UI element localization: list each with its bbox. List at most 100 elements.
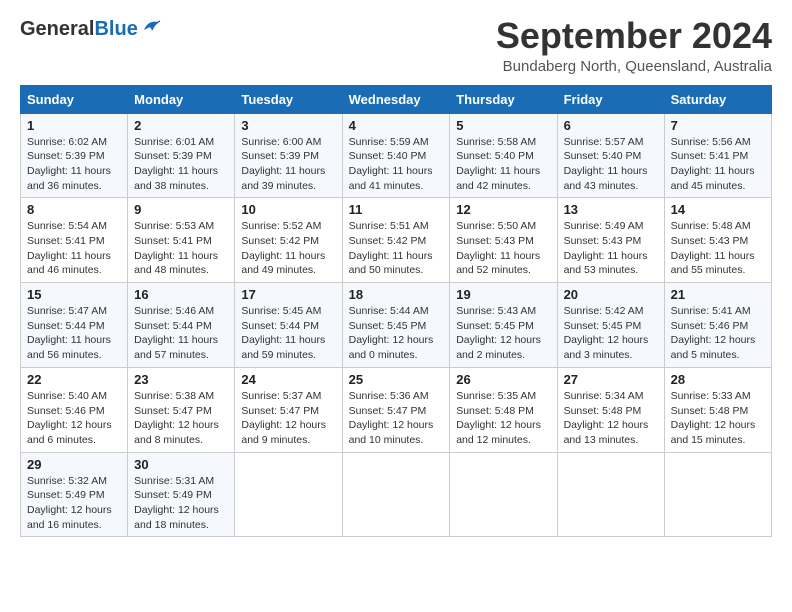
daylight-text: Daylight: 11 hours and 43 minutes.: [564, 165, 648, 192]
day-info: Sunrise: 6:00 AM Sunset: 5:39 PM Dayligh…: [241, 135, 335, 194]
sunrise-text: Sunrise: 6:00 AM: [241, 136, 321, 148]
sunset-text: Sunset: 5:39 PM: [27, 150, 105, 162]
sunset-text: Sunset: 5:45 PM: [456, 320, 534, 332]
day-info: Sunrise: 6:02 AM Sunset: 5:39 PM Dayligh…: [27, 135, 121, 194]
calendar-week-row: 15 Sunrise: 5:47 AM Sunset: 5:44 PM Dayl…: [21, 283, 772, 368]
sunset-text: Sunset: 5:44 PM: [241, 320, 319, 332]
sunrise-text: Sunrise: 5:56 AM: [671, 136, 751, 148]
daylight-text: Daylight: 11 hours and 48 minutes.: [134, 250, 218, 277]
sunrise-text: Sunrise: 5:42 AM: [564, 305, 644, 317]
day-number: 30: [134, 457, 228, 472]
day-info: Sunrise: 5:34 AM Sunset: 5:48 PM Dayligh…: [564, 389, 658, 448]
day-number: 28: [671, 372, 765, 387]
sunrise-text: Sunrise: 5:46 AM: [134, 305, 214, 317]
day-number: 29: [27, 457, 121, 472]
sunset-text: Sunset: 5:47 PM: [134, 405, 212, 417]
daylight-text: Daylight: 12 hours and 15 minutes.: [671, 419, 756, 446]
day-number: 19: [456, 287, 550, 302]
sunset-text: Sunset: 5:48 PM: [456, 405, 534, 417]
sunset-text: Sunset: 5:46 PM: [27, 405, 105, 417]
sunset-text: Sunset: 5:44 PM: [134, 320, 212, 332]
sunrise-text: Sunrise: 5:47 AM: [27, 305, 107, 317]
calendar-cell: 5 Sunrise: 5:58 AM Sunset: 5:40 PM Dayli…: [450, 113, 557, 198]
daylight-text: Daylight: 11 hours and 55 minutes.: [671, 250, 755, 277]
sunrise-text: Sunrise: 5:45 AM: [241, 305, 321, 317]
daylight-text: Daylight: 12 hours and 12 minutes.: [456, 419, 541, 446]
sunrise-text: Sunrise: 5:52 AM: [241, 220, 321, 232]
daylight-text: Daylight: 11 hours and 45 minutes.: [671, 165, 755, 192]
calendar-cell: 29 Sunrise: 5:32 AM Sunset: 5:49 PM Dayl…: [21, 452, 128, 537]
daylight-text: Daylight: 11 hours and 57 minutes.: [134, 334, 218, 361]
sunrise-text: Sunrise: 5:36 AM: [349, 390, 429, 402]
sunrise-text: Sunrise: 5:44 AM: [349, 305, 429, 317]
day-number: 26: [456, 372, 550, 387]
sunset-text: Sunset: 5:39 PM: [134, 150, 212, 162]
sunset-text: Sunset: 5:39 PM: [241, 150, 319, 162]
day-number: 1: [27, 118, 121, 133]
daylight-text: Daylight: 11 hours and 42 minutes.: [456, 165, 540, 192]
sunrise-text: Sunrise: 5:33 AM: [671, 390, 751, 402]
daylight-text: Daylight: 11 hours and 41 minutes.: [349, 165, 433, 192]
daylight-text: Daylight: 12 hours and 18 minutes.: [134, 504, 219, 531]
sunrise-text: Sunrise: 5:32 AM: [27, 475, 107, 487]
day-number: 25: [349, 372, 444, 387]
calendar-cell: 9 Sunrise: 5:53 AM Sunset: 5:41 PM Dayli…: [128, 198, 235, 283]
daylight-text: Daylight: 12 hours and 3 minutes.: [564, 334, 649, 361]
calendar-cell: [342, 452, 450, 537]
sunrise-text: Sunrise: 6:01 AM: [134, 136, 214, 148]
day-number: 4: [349, 118, 444, 133]
day-number: 27: [564, 372, 658, 387]
calendar-cell: 6 Sunrise: 5:57 AM Sunset: 5:40 PM Dayli…: [557, 113, 664, 198]
day-info: Sunrise: 5:48 AM Sunset: 5:43 PM Dayligh…: [671, 219, 765, 278]
day-info: Sunrise: 5:45 AM Sunset: 5:44 PM Dayligh…: [241, 304, 335, 363]
day-number: 18: [349, 287, 444, 302]
daylight-text: Daylight: 12 hours and 5 minutes.: [671, 334, 756, 361]
logo-blue-text: Blue: [94, 18, 137, 41]
day-info: Sunrise: 5:56 AM Sunset: 5:41 PM Dayligh…: [671, 135, 765, 194]
weekday-header-friday: Friday: [557, 85, 664, 113]
calendar-cell: 17 Sunrise: 5:45 AM Sunset: 5:44 PM Dayl…: [235, 283, 342, 368]
calendar-cell: 24 Sunrise: 5:37 AM Sunset: 5:47 PM Dayl…: [235, 367, 342, 452]
calendar-cell: 3 Sunrise: 6:00 AM Sunset: 5:39 PM Dayli…: [235, 113, 342, 198]
title-block: September 2024 Bundaberg North, Queensla…: [496, 16, 772, 75]
sunset-text: Sunset: 5:48 PM: [564, 405, 642, 417]
day-info: Sunrise: 5:50 AM Sunset: 5:43 PM Dayligh…: [456, 219, 550, 278]
calendar-cell: 13 Sunrise: 5:49 AM Sunset: 5:43 PM Dayl…: [557, 198, 664, 283]
weekday-header-thursday: Thursday: [450, 85, 557, 113]
sunset-text: Sunset: 5:41 PM: [134, 235, 212, 247]
day-number: 3: [241, 118, 335, 133]
sunrise-text: Sunrise: 5:41 AM: [671, 305, 751, 317]
calendar-cell: [557, 452, 664, 537]
day-info: Sunrise: 5:31 AM Sunset: 5:49 PM Dayligh…: [134, 474, 228, 533]
day-info: Sunrise: 5:41 AM Sunset: 5:46 PM Dayligh…: [671, 304, 765, 363]
daylight-text: Daylight: 12 hours and 13 minutes.: [564, 419, 649, 446]
day-number: 17: [241, 287, 335, 302]
sunset-text: Sunset: 5:45 PM: [349, 320, 427, 332]
daylight-text: Daylight: 12 hours and 16 minutes.: [27, 504, 112, 531]
calendar-week-row: 1 Sunrise: 6:02 AM Sunset: 5:39 PM Dayli…: [21, 113, 772, 198]
sunset-text: Sunset: 5:47 PM: [349, 405, 427, 417]
day-info: Sunrise: 5:32 AM Sunset: 5:49 PM Dayligh…: [27, 474, 121, 533]
calendar-cell: 26 Sunrise: 5:35 AM Sunset: 5:48 PM Dayl…: [450, 367, 557, 452]
daylight-text: Daylight: 11 hours and 39 minutes.: [241, 165, 325, 192]
day-number: 6: [564, 118, 658, 133]
day-info: Sunrise: 5:44 AM Sunset: 5:45 PM Dayligh…: [349, 304, 444, 363]
weekday-header-saturday: Saturday: [664, 85, 771, 113]
month-title: September 2024: [496, 16, 772, 56]
daylight-text: Daylight: 11 hours and 36 minutes.: [27, 165, 111, 192]
day-info: Sunrise: 5:35 AM Sunset: 5:48 PM Dayligh…: [456, 389, 550, 448]
day-number: 14: [671, 202, 765, 217]
calendar-cell: 10 Sunrise: 5:52 AM Sunset: 5:42 PM Dayl…: [235, 198, 342, 283]
sunrise-text: Sunrise: 5:54 AM: [27, 220, 107, 232]
weekday-header-sunday: Sunday: [21, 85, 128, 113]
calendar-cell: 30 Sunrise: 5:31 AM Sunset: 5:49 PM Dayl…: [128, 452, 235, 537]
day-number: 8: [27, 202, 121, 217]
day-number: 20: [564, 287, 658, 302]
sunrise-text: Sunrise: 5:51 AM: [349, 220, 429, 232]
calendar-cell: 12 Sunrise: 5:50 AM Sunset: 5:43 PM Dayl…: [450, 198, 557, 283]
day-info: Sunrise: 5:53 AM Sunset: 5:41 PM Dayligh…: [134, 219, 228, 278]
sunset-text: Sunset: 5:45 PM: [564, 320, 642, 332]
sunset-text: Sunset: 5:43 PM: [456, 235, 534, 247]
day-info: Sunrise: 5:54 AM Sunset: 5:41 PM Dayligh…: [27, 219, 121, 278]
calendar-cell: 14 Sunrise: 5:48 AM Sunset: 5:43 PM Dayl…: [664, 198, 771, 283]
